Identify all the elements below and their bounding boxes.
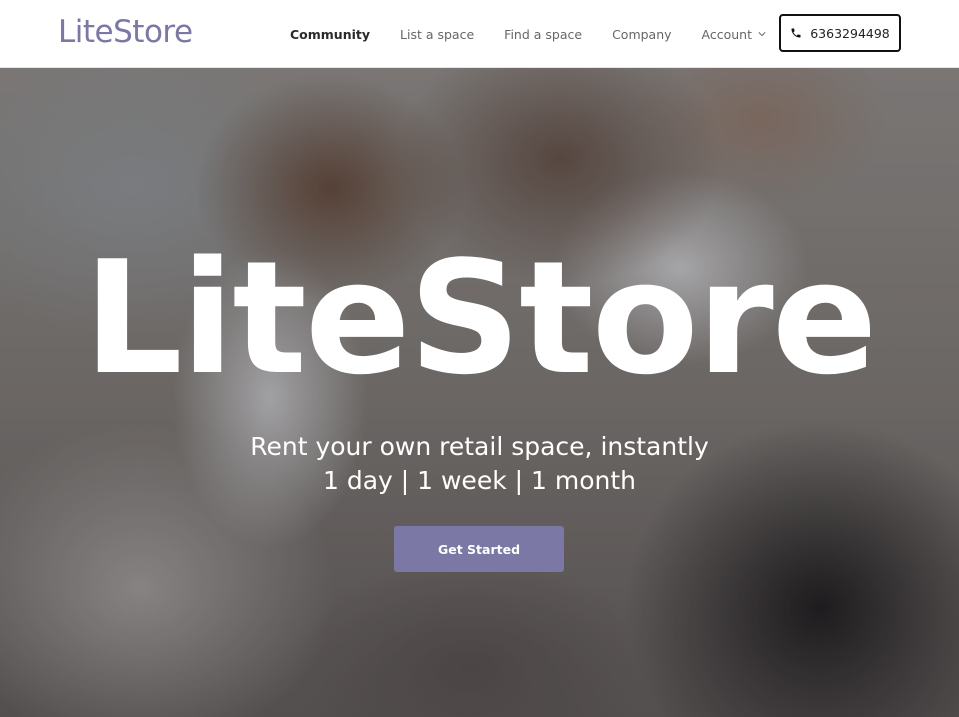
nav-link-account-label: Account [701, 26, 753, 42]
nav-link-company[interactable]: Company [612, 27, 671, 42]
phone-button[interactable]: 6363294498 [779, 14, 901, 52]
nav-link-community[interactable]: Community [290, 27, 370, 42]
site-logo[interactable]: LiteStore [58, 12, 193, 52]
nav-link-find-a-space[interactable]: Find a space [504, 27, 582, 42]
main-nav: Community List a space Find a space Comp… [290, 0, 796, 68]
nav-link-account[interactable]: Account [702, 27, 766, 42]
hero-section: LiteStore Rent your own retail space, in… [0, 68, 959, 717]
nav-link-list-a-space[interactable]: List a space [400, 27, 474, 42]
top-navbar: LiteStore Community List a space Find a … [0, 0, 959, 68]
phone-icon [791, 28, 801, 38]
hero-durations: 1 day | 1 week | 1 month [322, 466, 636, 495]
get-started-button[interactable]: Get Started [394, 526, 564, 572]
chevron-down-icon [758, 32, 766, 37]
hero-subtitle: Rent your own retail space, instantly [250, 432, 709, 461]
phone-number: 6363294498 [810, 25, 890, 41]
hero-title: LiteStore [83, 227, 877, 409]
